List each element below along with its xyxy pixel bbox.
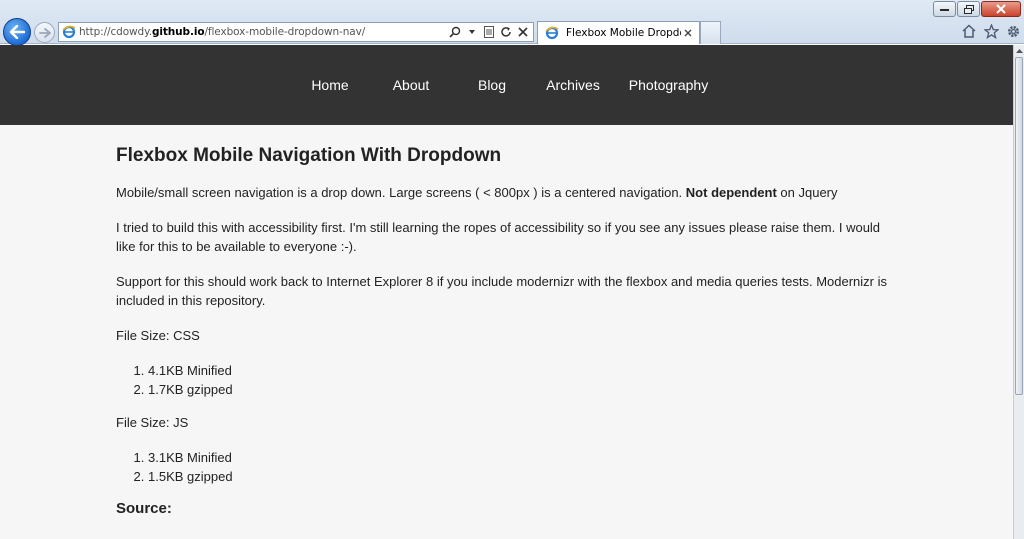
close-window-button[interactable]: [981, 1, 1021, 17]
list-item: 3.1KB Minified: [148, 448, 900, 467]
js-size-list: 3.1KB Minified 1.5KB gzipped: [148, 448, 900, 486]
refresh-icon[interactable]: [500, 25, 512, 39]
accessibility-paragraph: I tried to build this with accessibility…: [116, 220, 881, 254]
ie-tab-icon: [545, 26, 559, 40]
back-button[interactable]: [3, 18, 31, 46]
forward-button[interactable]: [34, 22, 55, 43]
home-icon[interactable]: [961, 23, 977, 39]
url-host: github.io: [151, 26, 205, 38]
new-tab-button[interactable]: [700, 21, 721, 44]
nav-item-blog[interactable]: Blog: [452, 77, 533, 93]
source-heading: Source:: [116, 500, 172, 517]
ie-page-icon: [62, 25, 76, 39]
restore-button[interactable]: [957, 1, 980, 17]
close-icon: [996, 4, 1006, 14]
address-tools: [449, 25, 533, 39]
url-text[interactable]: http://cdowdy.github.io/flexbox-mobile-d…: [79, 26, 449, 38]
url-path: /flexbox-mobile-dropdown-nav/: [204, 26, 366, 38]
js-size-label: File Size: JS: [116, 415, 189, 430]
close-icon: [684, 29, 692, 37]
site-navigation: Home About Blog Archives Photography: [0, 45, 1013, 125]
vertical-scrollbar[interactable]: [1013, 45, 1024, 539]
minimize-button[interactable]: [933, 1, 956, 17]
dropdown-arrow-icon[interactable]: [466, 25, 478, 39]
stop-icon[interactable]: [517, 25, 529, 39]
nav-item-home[interactable]: Home: [290, 77, 371, 93]
scroll-thumb[interactable]: [1015, 57, 1023, 395]
back-arrow-icon: [9, 25, 25, 39]
intro-paragraph: Mobile/small screen navigation is a drop…: [116, 183, 900, 202]
window-controls: [933, 1, 1021, 17]
nav-list: Home About Blog Archives Photography: [290, 77, 724, 93]
search-icon[interactable]: [449, 25, 461, 39]
tab-title: Flexbox Mobile Dropdown ...: [566, 27, 681, 39]
nav-item-archives[interactable]: Archives: [533, 77, 614, 93]
intro-text-end: on Jquery: [776, 185, 838, 200]
address-bar[interactable]: http://cdowdy.github.io/flexbox-mobile-d…: [58, 22, 534, 42]
tab-close-button[interactable]: [681, 26, 695, 40]
css-size-list: 4.1KB Minified 1.7KB gzipped: [148, 361, 900, 399]
list-item: 1.7KB gzipped: [148, 380, 900, 399]
gear-icon[interactable]: [1005, 23, 1021, 39]
css-size-label: File Size: CSS: [116, 328, 200, 343]
intro-text: Mobile/small screen navigation is a drop…: [116, 185, 686, 200]
url-prefix: http://cdowdy.: [79, 26, 152, 38]
compatibility-view-icon[interactable]: [483, 25, 495, 39]
page-title: Flexbox Mobile Navigation With Dropdown: [116, 145, 502, 166]
browser-chrome: http://cdowdy.github.io/flexbox-mobile-d…: [0, 0, 1024, 46]
nav-item-about[interactable]: About: [371, 77, 452, 93]
scroll-up-arrow-icon[interactable]: [1014, 45, 1024, 56]
main-content: Flexbox Mobile Navigation With Dropdown …: [0, 125, 900, 517]
list-item: 4.1KB Minified: [148, 361, 900, 380]
nav-item-photography[interactable]: Photography: [614, 77, 724, 93]
forward-arrow-icon: [38, 27, 51, 38]
list-item: 1.5KB gzipped: [148, 467, 900, 486]
tab-active[interactable]: Flexbox Mobile Dropdown ...: [537, 21, 700, 44]
star-icon[interactable]: [983, 23, 999, 39]
support-paragraph: Support for this should work back to Int…: [116, 274, 887, 308]
intro-emphasis: Not dependent: [685, 185, 777, 200]
browser-toolbar-right: [961, 23, 1021, 39]
restore-icon: [963, 4, 974, 14]
minimize-icon: [940, 8, 949, 11]
page-viewport: Home About Blog Archives Photography Fle…: [0, 45, 1013, 539]
